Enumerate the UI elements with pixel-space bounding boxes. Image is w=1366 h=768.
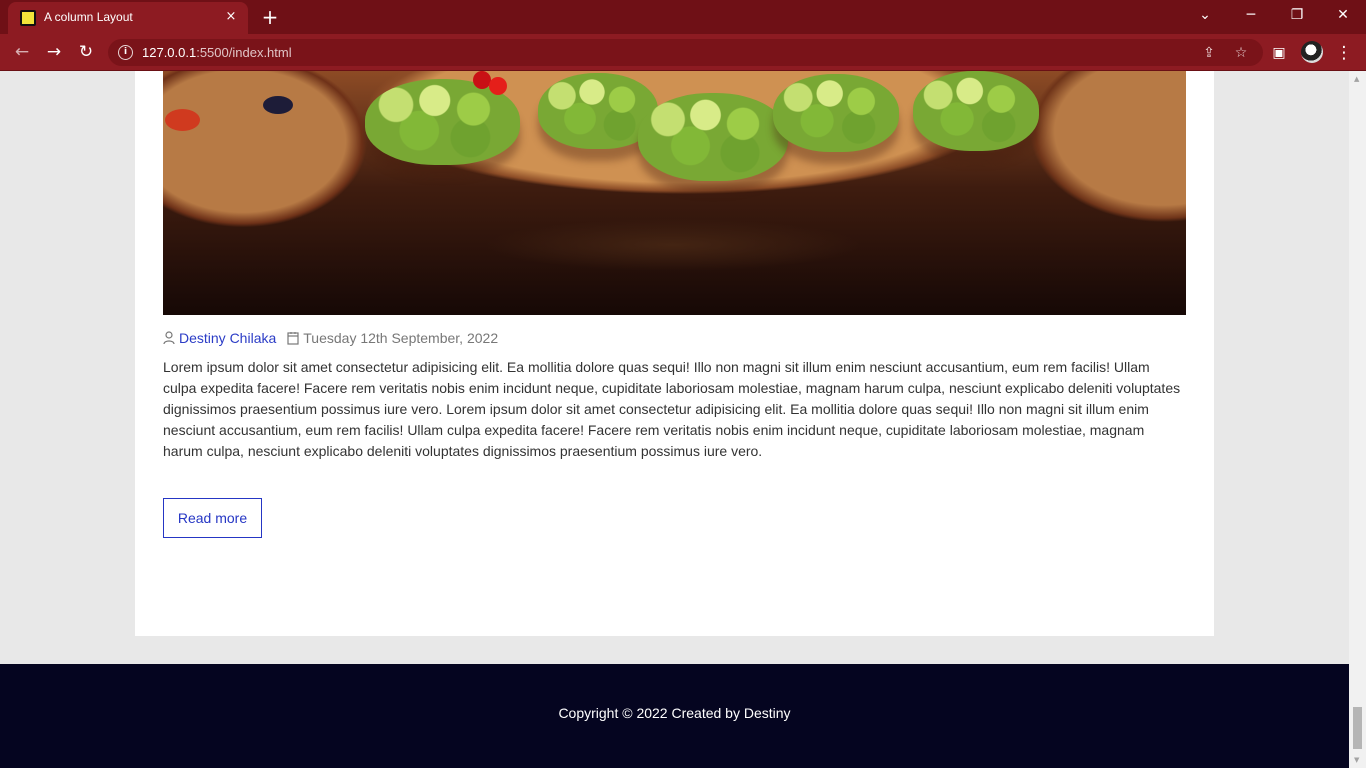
side-panel-icon[interactable]: ▣ xyxy=(1268,42,1290,64)
salad-bite-image xyxy=(773,74,899,152)
address-bar[interactable]: i 127.0.0.1:5500/index.html ⇪ ☆ xyxy=(108,39,1263,66)
red-garnish-image xyxy=(489,77,507,95)
site-footer: Copyright © 2022 Created by Destiny xyxy=(0,664,1349,768)
site-favicon-icon xyxy=(20,10,36,26)
browser-tabbar: A column Layout × + ⌄ ─ ❐ ✕ xyxy=(0,0,1366,34)
user-icon xyxy=(163,331,175,345)
window-controls: ⌄ ─ ❐ ✕ xyxy=(1182,0,1366,34)
url-path: :5500/index.html xyxy=(196,45,292,60)
browser-toolbar: ← → ↻ i 127.0.0.1:5500/index.html ⇪ ☆ ▣ … xyxy=(0,34,1366,71)
scroll-up-icon[interactable]: ▲ xyxy=(1354,75,1359,83)
new-tab-button[interactable]: + xyxy=(258,5,282,29)
vertical-scrollbar[interactable]: ▲ ▼ xyxy=(1349,71,1366,768)
restore-button[interactable]: ❐ xyxy=(1274,0,1320,30)
copyright-text: Copyright © 2022 Created by Destiny xyxy=(558,705,791,721)
calendar-icon xyxy=(287,332,299,345)
article-card: Destiny Chilaka Tuesday 12th September, … xyxy=(135,71,1214,636)
url-host: 127.0.0.1 xyxy=(142,45,197,60)
minimize-button[interactable]: ─ xyxy=(1228,0,1274,30)
active-tab[interactable]: A column Layout × xyxy=(8,2,248,34)
scroll-thumb[interactable] xyxy=(1353,707,1362,749)
page-viewport: Destiny Chilaka Tuesday 12th September, … xyxy=(0,71,1349,768)
browser-menu-icon[interactable]: ⋮ xyxy=(1333,42,1355,64)
salad-bite-image xyxy=(913,71,1039,151)
read-more-button[interactable]: Read more xyxy=(163,498,262,538)
close-window-button[interactable]: ✕ xyxy=(1320,0,1366,30)
close-tab-icon[interactable]: × xyxy=(222,8,240,26)
forward-button[interactable]: → xyxy=(42,41,66,63)
reload-button[interactable]: ↻ xyxy=(74,41,98,63)
article-body: Lorem ipsum dolor sit amet consectetur a… xyxy=(163,359,1181,459)
site-info-icon[interactable]: i xyxy=(118,45,133,60)
food-photo xyxy=(163,71,1186,315)
back-button[interactable]: ← xyxy=(10,41,34,63)
bookmark-icon[interactable]: ☆ xyxy=(1231,43,1251,63)
salad-bite-image xyxy=(638,93,788,181)
fruit-tart-image xyxy=(165,109,200,131)
publish-date: Tuesday 12th September, 2022 xyxy=(303,330,499,346)
url-text: 127.0.0.1:5500/index.html xyxy=(142,45,292,60)
author-link[interactable]: Destiny Chilaka xyxy=(179,330,276,346)
tab-title: A column Layout xyxy=(44,10,133,24)
share-icon[interactable]: ⇪ xyxy=(1199,43,1219,63)
scroll-down-icon[interactable]: ▼ xyxy=(1354,756,1359,764)
article-meta: Destiny Chilaka Tuesday 12th September, … xyxy=(163,330,498,346)
tab-search-button[interactable]: ⌄ xyxy=(1182,0,1228,30)
berry-image xyxy=(263,96,293,114)
profile-avatar[interactable] xyxy=(1301,41,1323,63)
